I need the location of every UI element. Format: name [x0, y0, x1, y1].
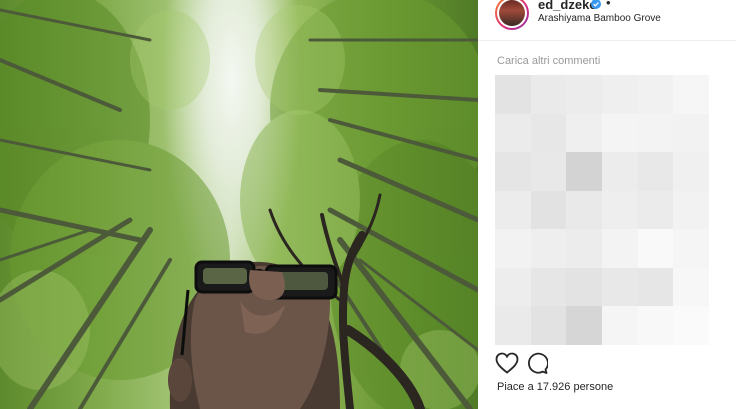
blurred-cell [673, 229, 709, 268]
blurred-cell [566, 229, 602, 268]
blurred-cell [602, 113, 638, 153]
blurred-cell [566, 152, 602, 191]
avatar-image [499, 0, 525, 26]
load-more-comments-link[interactable]: Carica altri commenti [497, 55, 600, 67]
blurred-cell [637, 229, 674, 268]
post-photo[interactable] [0, 0, 478, 409]
avatar[interactable] [495, 0, 529, 30]
blurred-cell [673, 152, 709, 191]
blurred-cell [673, 190, 709, 230]
likes-count[interactable]: Piace a 17.926 persone [497, 381, 613, 393]
blurred-cell [495, 152, 531, 191]
blurred-cell [530, 229, 567, 268]
blurred-cell [602, 75, 638, 114]
blurred-cell [566, 306, 602, 345]
blurred-cell [566, 190, 602, 230]
blurred-cell [602, 229, 638, 268]
blurred-cell [495, 229, 531, 268]
blurred-cell [495, 75, 531, 114]
blurred-cell [566, 267, 602, 307]
blurred-cell [602, 190, 638, 230]
blurred-cell [637, 190, 674, 230]
blurred-cell [566, 75, 602, 114]
location-link[interactable]: Arashiyama Bamboo Grove [538, 13, 661, 24]
post-header: ed_dzeko • Arashiyama Bamboo Grove [478, 0, 736, 41]
blurred-cell [637, 306, 674, 345]
blurred-cell [602, 152, 638, 191]
blurred-cell [530, 306, 567, 345]
blurred-cell [495, 306, 531, 345]
blurred-cell [673, 306, 709, 345]
heart-icon[interactable] [495, 352, 519, 374]
blurred-cell [673, 113, 709, 153]
instagram-post: ed_dzeko • Arashiyama Bamboo Grove Caric… [0, 0, 736, 409]
blurred-cell [495, 267, 531, 307]
comment-icon[interactable] [526, 352, 548, 374]
blurred-cell [495, 113, 531, 153]
blurred-cell [530, 113, 567, 153]
username-link[interactable]: ed_dzeko [538, 0, 597, 12]
blurred-cell [495, 190, 531, 230]
post-side-panel: ed_dzeko • Arashiyama Bamboo Grove Caric… [478, 0, 736, 409]
blurred-cell [637, 113, 674, 153]
blurred-cell [530, 190, 567, 230]
bamboo-selfie-image [0, 0, 478, 409]
header-separator: • [606, 0, 611, 10]
blurred-cell [602, 267, 638, 307]
blurred-cell [637, 152, 674, 191]
blurred-cell [566, 113, 602, 153]
blurred-cell [530, 267, 567, 307]
blurred-cell [673, 75, 709, 114]
blurred-cell [602, 306, 638, 345]
blurred-comments-area [495, 75, 709, 345]
verified-badge-icon [591, 0, 601, 9]
blurred-cell [637, 75, 674, 114]
blurred-cell [637, 267, 674, 307]
blurred-cell [530, 152, 567, 191]
blurred-cell [673, 267, 709, 307]
blurred-cell [530, 75, 567, 114]
